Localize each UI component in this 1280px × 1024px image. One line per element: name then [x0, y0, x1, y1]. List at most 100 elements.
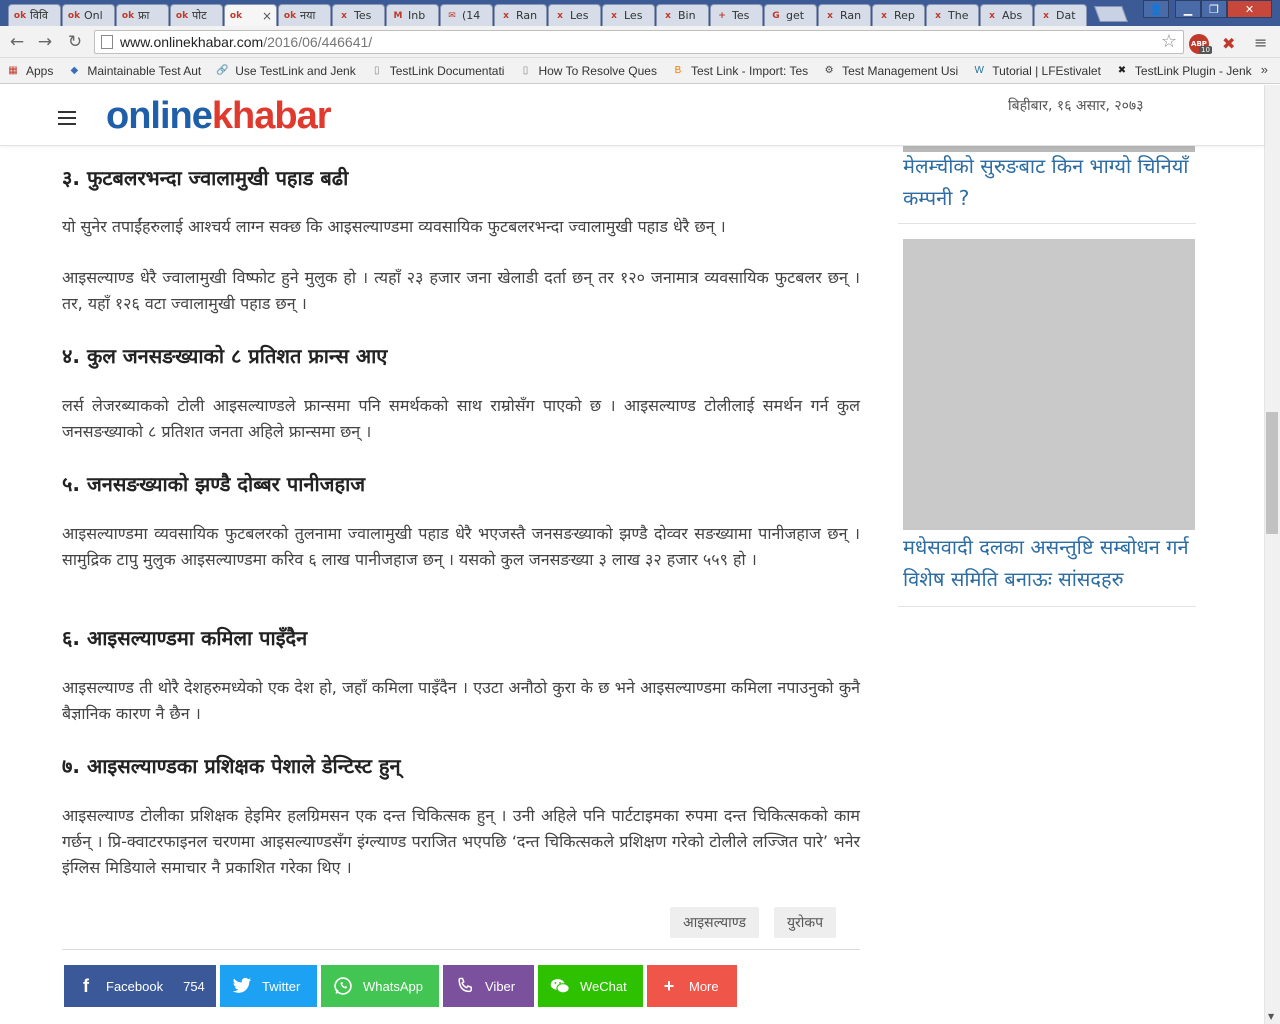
browser-tab[interactable]: x Abs: [980, 4, 1033, 26]
new-tab-button[interactable]: [1094, 6, 1128, 22]
tab-title: The: [948, 9, 969, 22]
bookmark-label: How To Resolve Ques: [538, 63, 657, 78]
bookmark-item[interactable]: ▯ TestLink Documentati: [370, 64, 505, 78]
wechat-share-button[interactable]: WeChat: [538, 965, 643, 1007]
minimize-button[interactable]: ▁: [1175, 0, 1201, 18]
bookmark-label: Test Link - Import: Tes: [690, 63, 809, 78]
browser-tab[interactable]: ok फ्रा: [116, 4, 169, 26]
section-heading: ५. जनसङख्याको झण्डै दोब्बर पानीजहाज: [62, 472, 366, 496]
page-icon: ▯: [522, 65, 529, 76]
article-paragraph: लर्स लेजरब्याकको टोली आइसल्याण्डले फ्रान…: [62, 396, 860, 441]
bookmark-item[interactable]: ◆ Maintainable Test Aut: [67, 64, 202, 78]
browser-tab[interactable]: x Rep: [872, 4, 925, 26]
favicon-icon: G: [772, 10, 780, 21]
browser-tab[interactable]: ok विवि: [8, 4, 61, 26]
site-logo[interactable]: onlinekhabar: [106, 95, 332, 138]
facebook-label: Facebook: [106, 978, 164, 994]
hamburger-menu-icon[interactable]: [58, 111, 76, 125]
tab-title: फ्रा: [138, 9, 150, 22]
bookmark-item[interactable]: ✖ TestLink Plugin - Jenk: [1115, 64, 1252, 78]
close-tab-icon[interactable]: ×: [262, 9, 272, 23]
tab-title: (14: [462, 9, 481, 22]
bookmark-label: TestLink Plugin - Jenk: [1134, 63, 1252, 78]
browser-tab[interactable]: ok ×: [224, 4, 277, 26]
browser-tab[interactable]: x Tes: [332, 4, 385, 26]
more-share-button[interactable]: + More: [647, 965, 737, 1007]
window-controls: 👤 ▁ ❐ ✕: [1143, 0, 1272, 18]
maximize-button[interactable]: ❐: [1201, 0, 1227, 18]
article-paragraph: आइसल्याण्ड ती थोरै देशहरुमध्येको एक देश …: [62, 678, 860, 723]
section-heading: ६. आइसल्याण्डमा कमिला पाइँदैन: [62, 626, 308, 650]
article-paragraph: यो सुनेर तपाईंहरुलाई आश्चर्य लाग्न सक्छ …: [62, 217, 726, 236]
bookmark-label: Test Management Usi: [842, 63, 959, 78]
browser-tab[interactable]: x Dat: [1034, 4, 1087, 26]
bookmark-item[interactable]: ▦ Apps: [6, 64, 53, 78]
extension-icon[interactable]: ✖: [1222, 34, 1235, 53]
browser-tab[interactable]: ok पोट: [170, 4, 223, 26]
bookmark-item[interactable]: 🔗 Use TestLink and Jenk: [215, 64, 356, 78]
tab-title: Rep: [894, 9, 915, 22]
favicon-icon: ok: [13, 10, 27, 21]
favicon-icon: x: [827, 10, 833, 21]
reload-icon[interactable]: ↻: [64, 32, 86, 52]
facebook-share-button[interactable]: f Facebook 754: [64, 965, 216, 1007]
favicon-icon: +: [718, 10, 726, 21]
page-scrollbar[interactable]: [1264, 85, 1280, 1024]
scrollbar-thumb[interactable]: [1266, 412, 1278, 534]
browser-menu-icon[interactable]: ≡: [1254, 33, 1267, 52]
browser-tab[interactable]: ok नया: [278, 4, 331, 26]
forward-arrow-icon[interactable]: →: [34, 32, 56, 52]
browser-tab[interactable]: ✉ (14: [440, 4, 493, 26]
twitter-label: Twitter: [262, 978, 301, 994]
section-heading: ३. फुटबलरभन्दा ज्वालामुखी पहाड बढी: [62, 166, 349, 190]
testlink-icon: ◆: [70, 65, 79, 76]
profile-icon[interactable]: 👤: [1143, 0, 1169, 18]
browser-tab[interactable]: x Bin: [656, 4, 709, 26]
tab-title: Dat: [1056, 9, 1076, 22]
tab-title: पोट: [192, 9, 207, 22]
logo-part-online: online: [106, 95, 213, 137]
tag-link[interactable]: युरोकप: [773, 907, 837, 938]
favicon-icon: ok: [283, 10, 297, 21]
article-paragraph: आइसल्याण्ड टोलीका प्रशिक्षक हेइमिर हलग्र…: [62, 806, 860, 877]
viber-share-button[interactable]: Viber: [443, 965, 534, 1007]
tag-link[interactable]: आइसल्याण्ड: [670, 907, 759, 938]
sidebar-news-link[interactable]: मेलम्चीको सुरुङबाट किन भाग्यो चिनियाँ कम…: [903, 150, 1195, 214]
twitter-share-button[interactable]: Twitter: [220, 965, 317, 1007]
browser-tab[interactable]: + Tes: [710, 4, 763, 26]
browser-tab[interactable]: x Ran: [818, 4, 871, 26]
favicon-icon: x: [503, 10, 509, 21]
scroll-down-arrow-icon[interactable]: ▼: [1268, 1012, 1274, 1021]
sidebar-news-image[interactable]: [903, 239, 1195, 530]
browser-tab[interactable]: x Ran: [494, 4, 547, 26]
browser-tab[interactable]: ok Onl: [62, 4, 115, 26]
section-heading: ४. कुल जनसङख्याको ८ प्रतिशत फ्रान्स आए: [62, 344, 388, 368]
close-window-button[interactable]: ✕: [1227, 0, 1272, 18]
site-header: onlinekhabar बिहीबार, १६ असार, २०७३: [0, 85, 1264, 146]
share-bar: f Facebook 754 Twitter WhatsApp Viber We…: [64, 965, 741, 1007]
bookmarks-overflow-icon[interactable]: »: [1261, 62, 1268, 77]
address-bar[interactable]: www.onlinekhabar.com/2016/06/446641/ ☆: [94, 30, 1184, 54]
whatsapp-share-button[interactable]: WhatsApp: [321, 965, 439, 1007]
bookmark-item[interactable]: W Tutorial | LFEstivalet: [972, 64, 1100, 78]
browser-tab[interactable]: x The: [926, 4, 979, 26]
browser-tab[interactable]: x Les: [602, 4, 655, 26]
sidebar-news-link[interactable]: मधेसवादी दलका असन्तुष्टि सम्बोधन गर्न वि…: [903, 531, 1195, 595]
browser-tab[interactable]: x Les: [548, 4, 601, 26]
browser-tab[interactable]: M Inb: [386, 4, 439, 26]
facebook-count: 754: [183, 978, 205, 994]
favicon-icon: x: [665, 10, 671, 21]
back-arrow-icon[interactable]: ←: [6, 32, 28, 52]
tab-title: Les: [570, 9, 589, 22]
bookmark-item[interactable]: ⚙ Test Management Usi: [822, 63, 959, 78]
url-path: /2016/06/446641/: [263, 34, 373, 50]
tab-title: नया: [300, 9, 316, 22]
bookmark-item[interactable]: ▯ How To Resolve Ques: [518, 64, 657, 78]
tool-icon: ⚙: [824, 65, 834, 76]
tab-list: ok विवि ok Onl ok फ्रा ok पोट ok × ok नया x Tes M Inb ✉(…: [8, 2, 1088, 26]
blogger-icon: B: [674, 65, 682, 76]
browser-tab[interactable]: Gget: [764, 4, 817, 26]
logo-part-khabar: khabar: [211, 95, 332, 137]
bookmark-item[interactable]: B Test Link - Import: Tes: [671, 63, 809, 78]
bookmark-star-icon[interactable]: ☆: [1161, 31, 1177, 52]
